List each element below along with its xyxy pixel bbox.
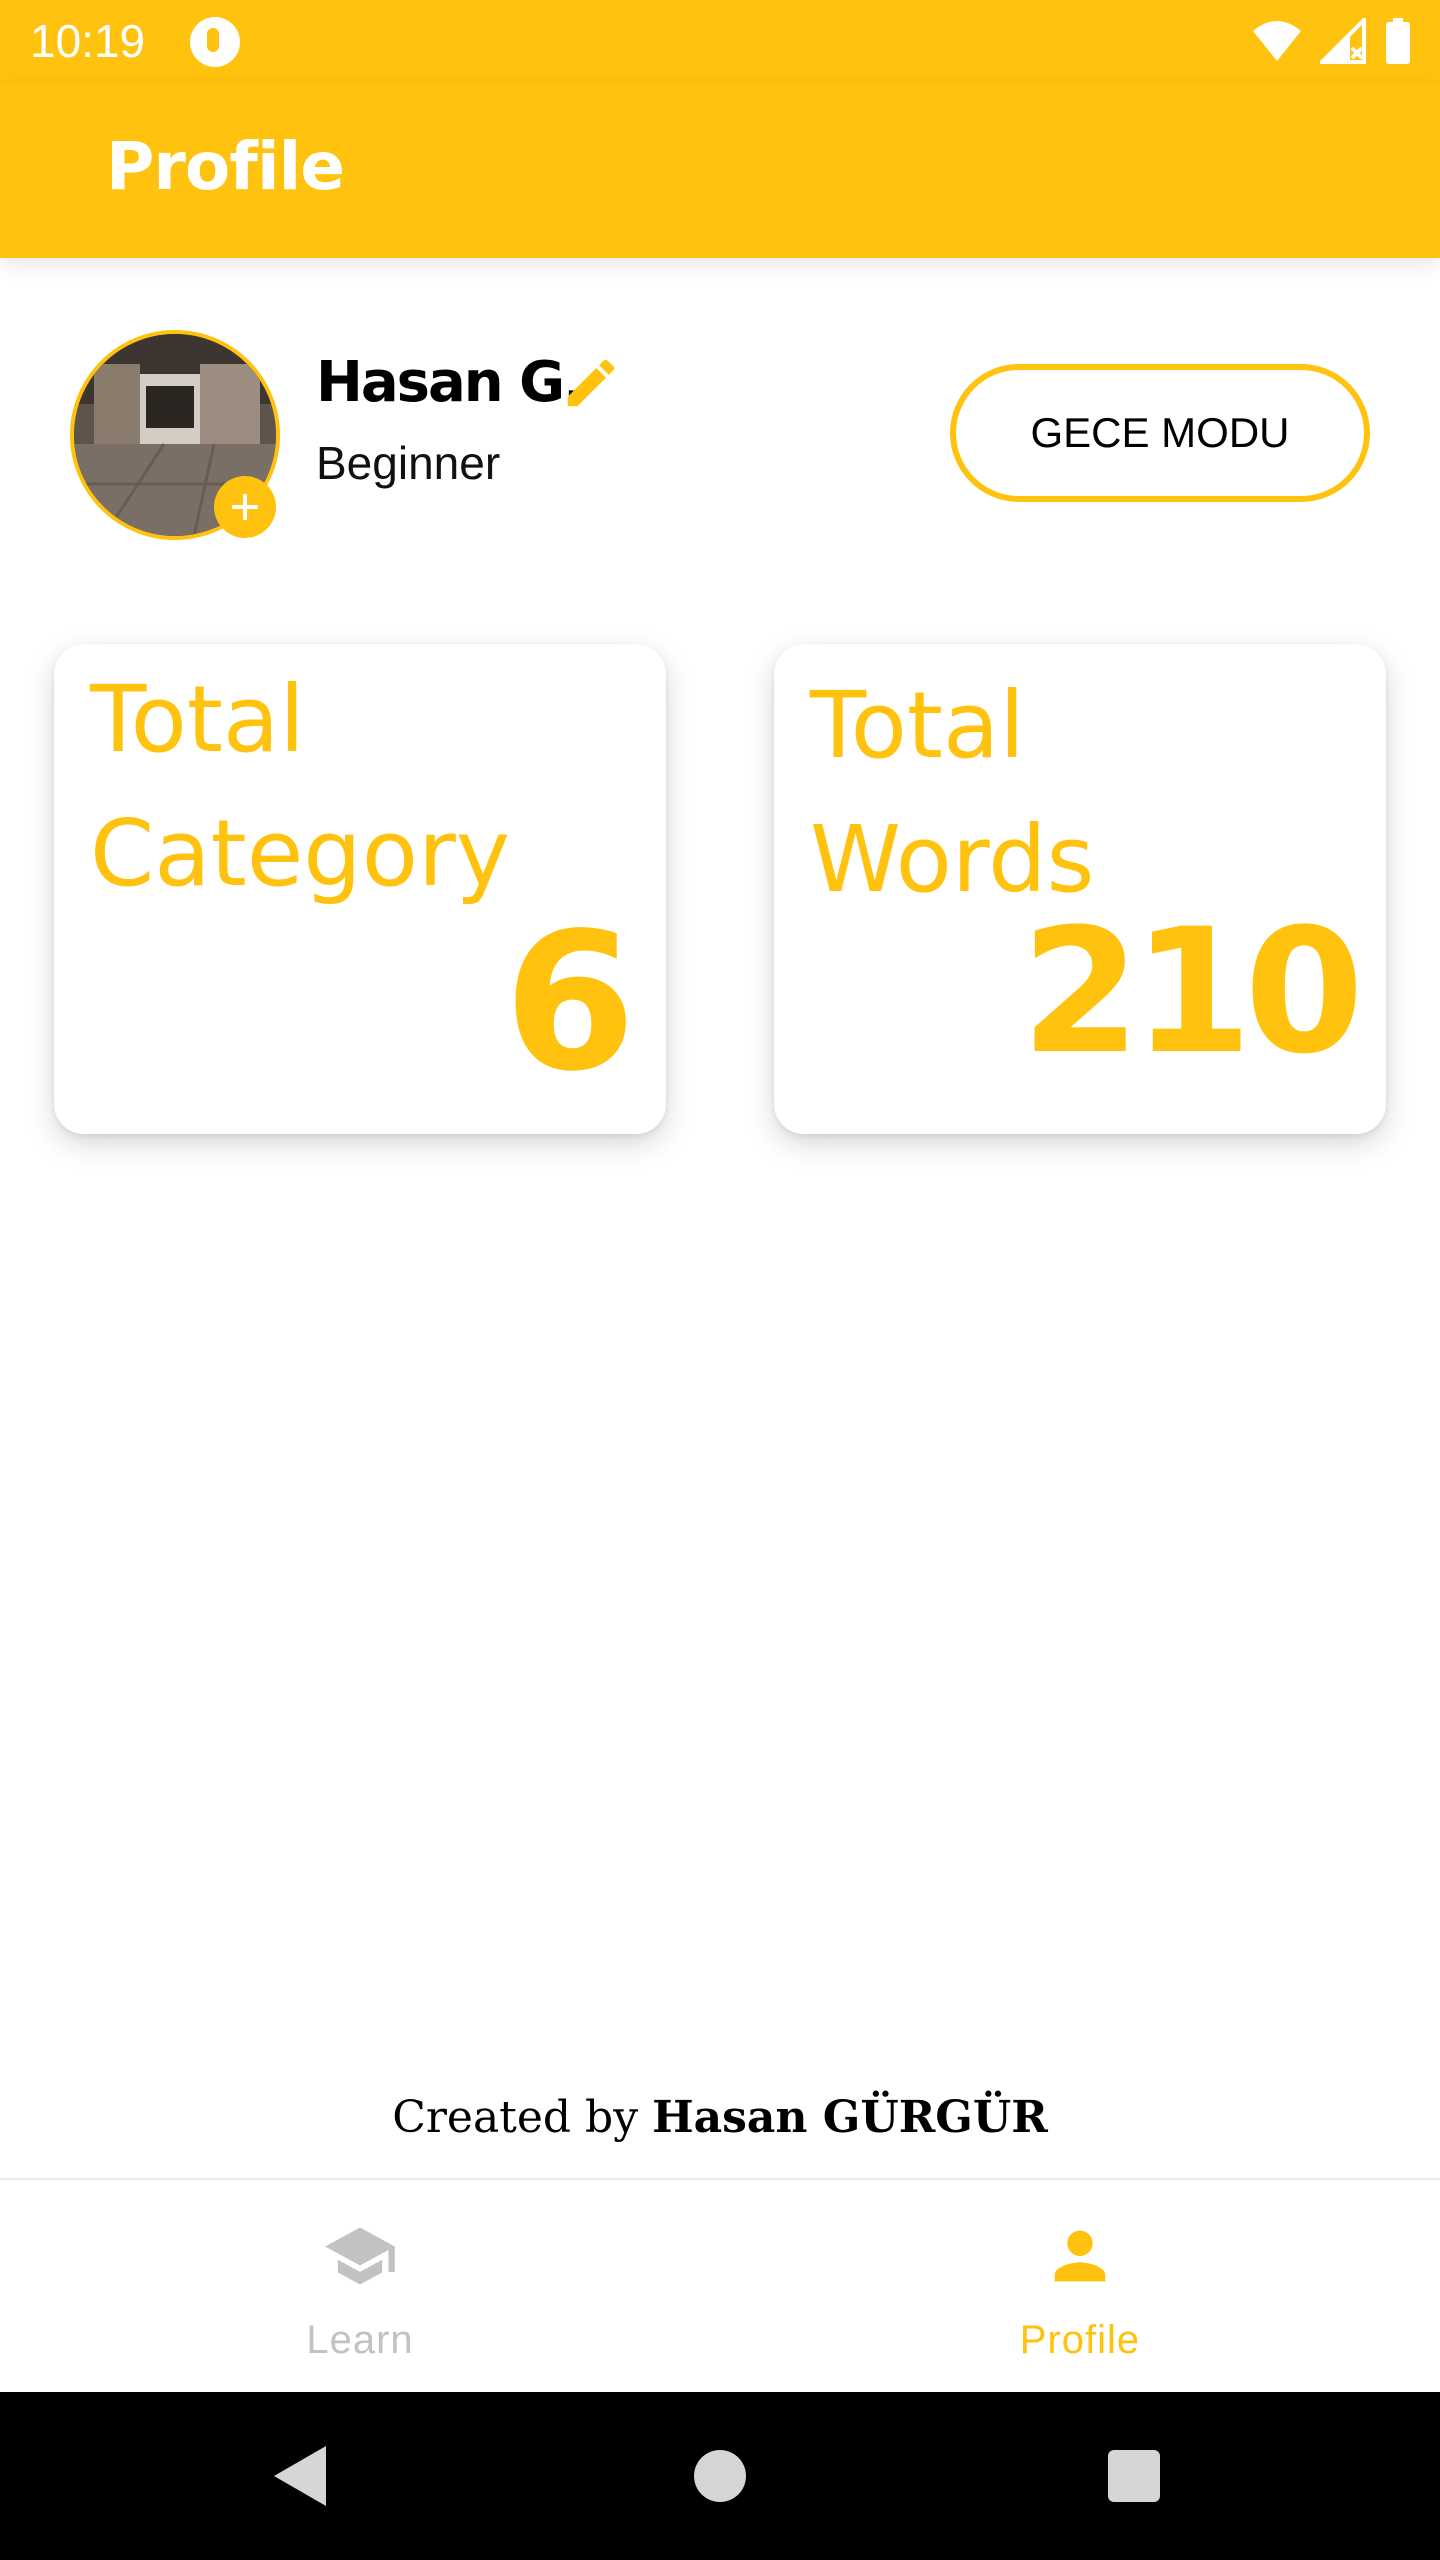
signal-icon [1320, 18, 1366, 64]
nav-label-learn: Learn [306, 2318, 414, 2362]
battery-icon [1386, 18, 1410, 64]
edit-pencil-icon[interactable] [560, 352, 622, 414]
bottom-navigation: Learn Profile [0, 2178, 1440, 2392]
total-category-label-line1: Total [90, 666, 305, 773]
created-by-author: Hasan GÜRGÜR [652, 2092, 1048, 2143]
total-words-value: 210 [1020, 891, 1364, 1092]
app-bar: Profile [0, 84, 1440, 258]
user-name: Hasan G. [316, 350, 584, 415]
graduation-cap-icon [325, 2227, 395, 2285]
back-icon[interactable] [272, 2444, 328, 2508]
total-category-card: Total Category 6 [54, 644, 666, 1134]
night-mode-button[interactable]: GECE MODU [950, 364, 1370, 502]
nav-item-learn[interactable]: Learn [0, 2180, 720, 2394]
total-category-label-line2: Category [90, 800, 511, 907]
night-mode-label: GECE MODU [1030, 409, 1290, 456]
total-words-label-line1: Total [810, 672, 1025, 779]
status-bar: 10:19 [0, 0, 1440, 84]
system-navigation-bar [0, 2392, 1440, 2560]
person-icon [1054, 2230, 1106, 2282]
status-icons [1252, 18, 1412, 64]
add-photo-button[interactable] [214, 476, 276, 538]
total-category-value: 6 [503, 892, 636, 1113]
wifi-icon [1253, 21, 1301, 61]
user-level: Beginner [316, 437, 501, 489]
home-icon[interactable] [694, 2450, 746, 2502]
created-by-prefix: Created by [392, 2092, 639, 2143]
total-words-card: Total Words 210 [774, 644, 1386, 1134]
status-time: 10:19 [30, 15, 146, 67]
created-by: Created by Hasan GÜRGÜR [0, 2092, 1440, 2143]
nav-label-profile: Profile [1019, 2318, 1141, 2362]
page-title: Profile [106, 128, 345, 205]
recents-icon[interactable] [1108, 2450, 1160, 2502]
app-notification-icon [190, 17, 240, 67]
nav-item-profile[interactable]: Profile [720, 2180, 1440, 2394]
